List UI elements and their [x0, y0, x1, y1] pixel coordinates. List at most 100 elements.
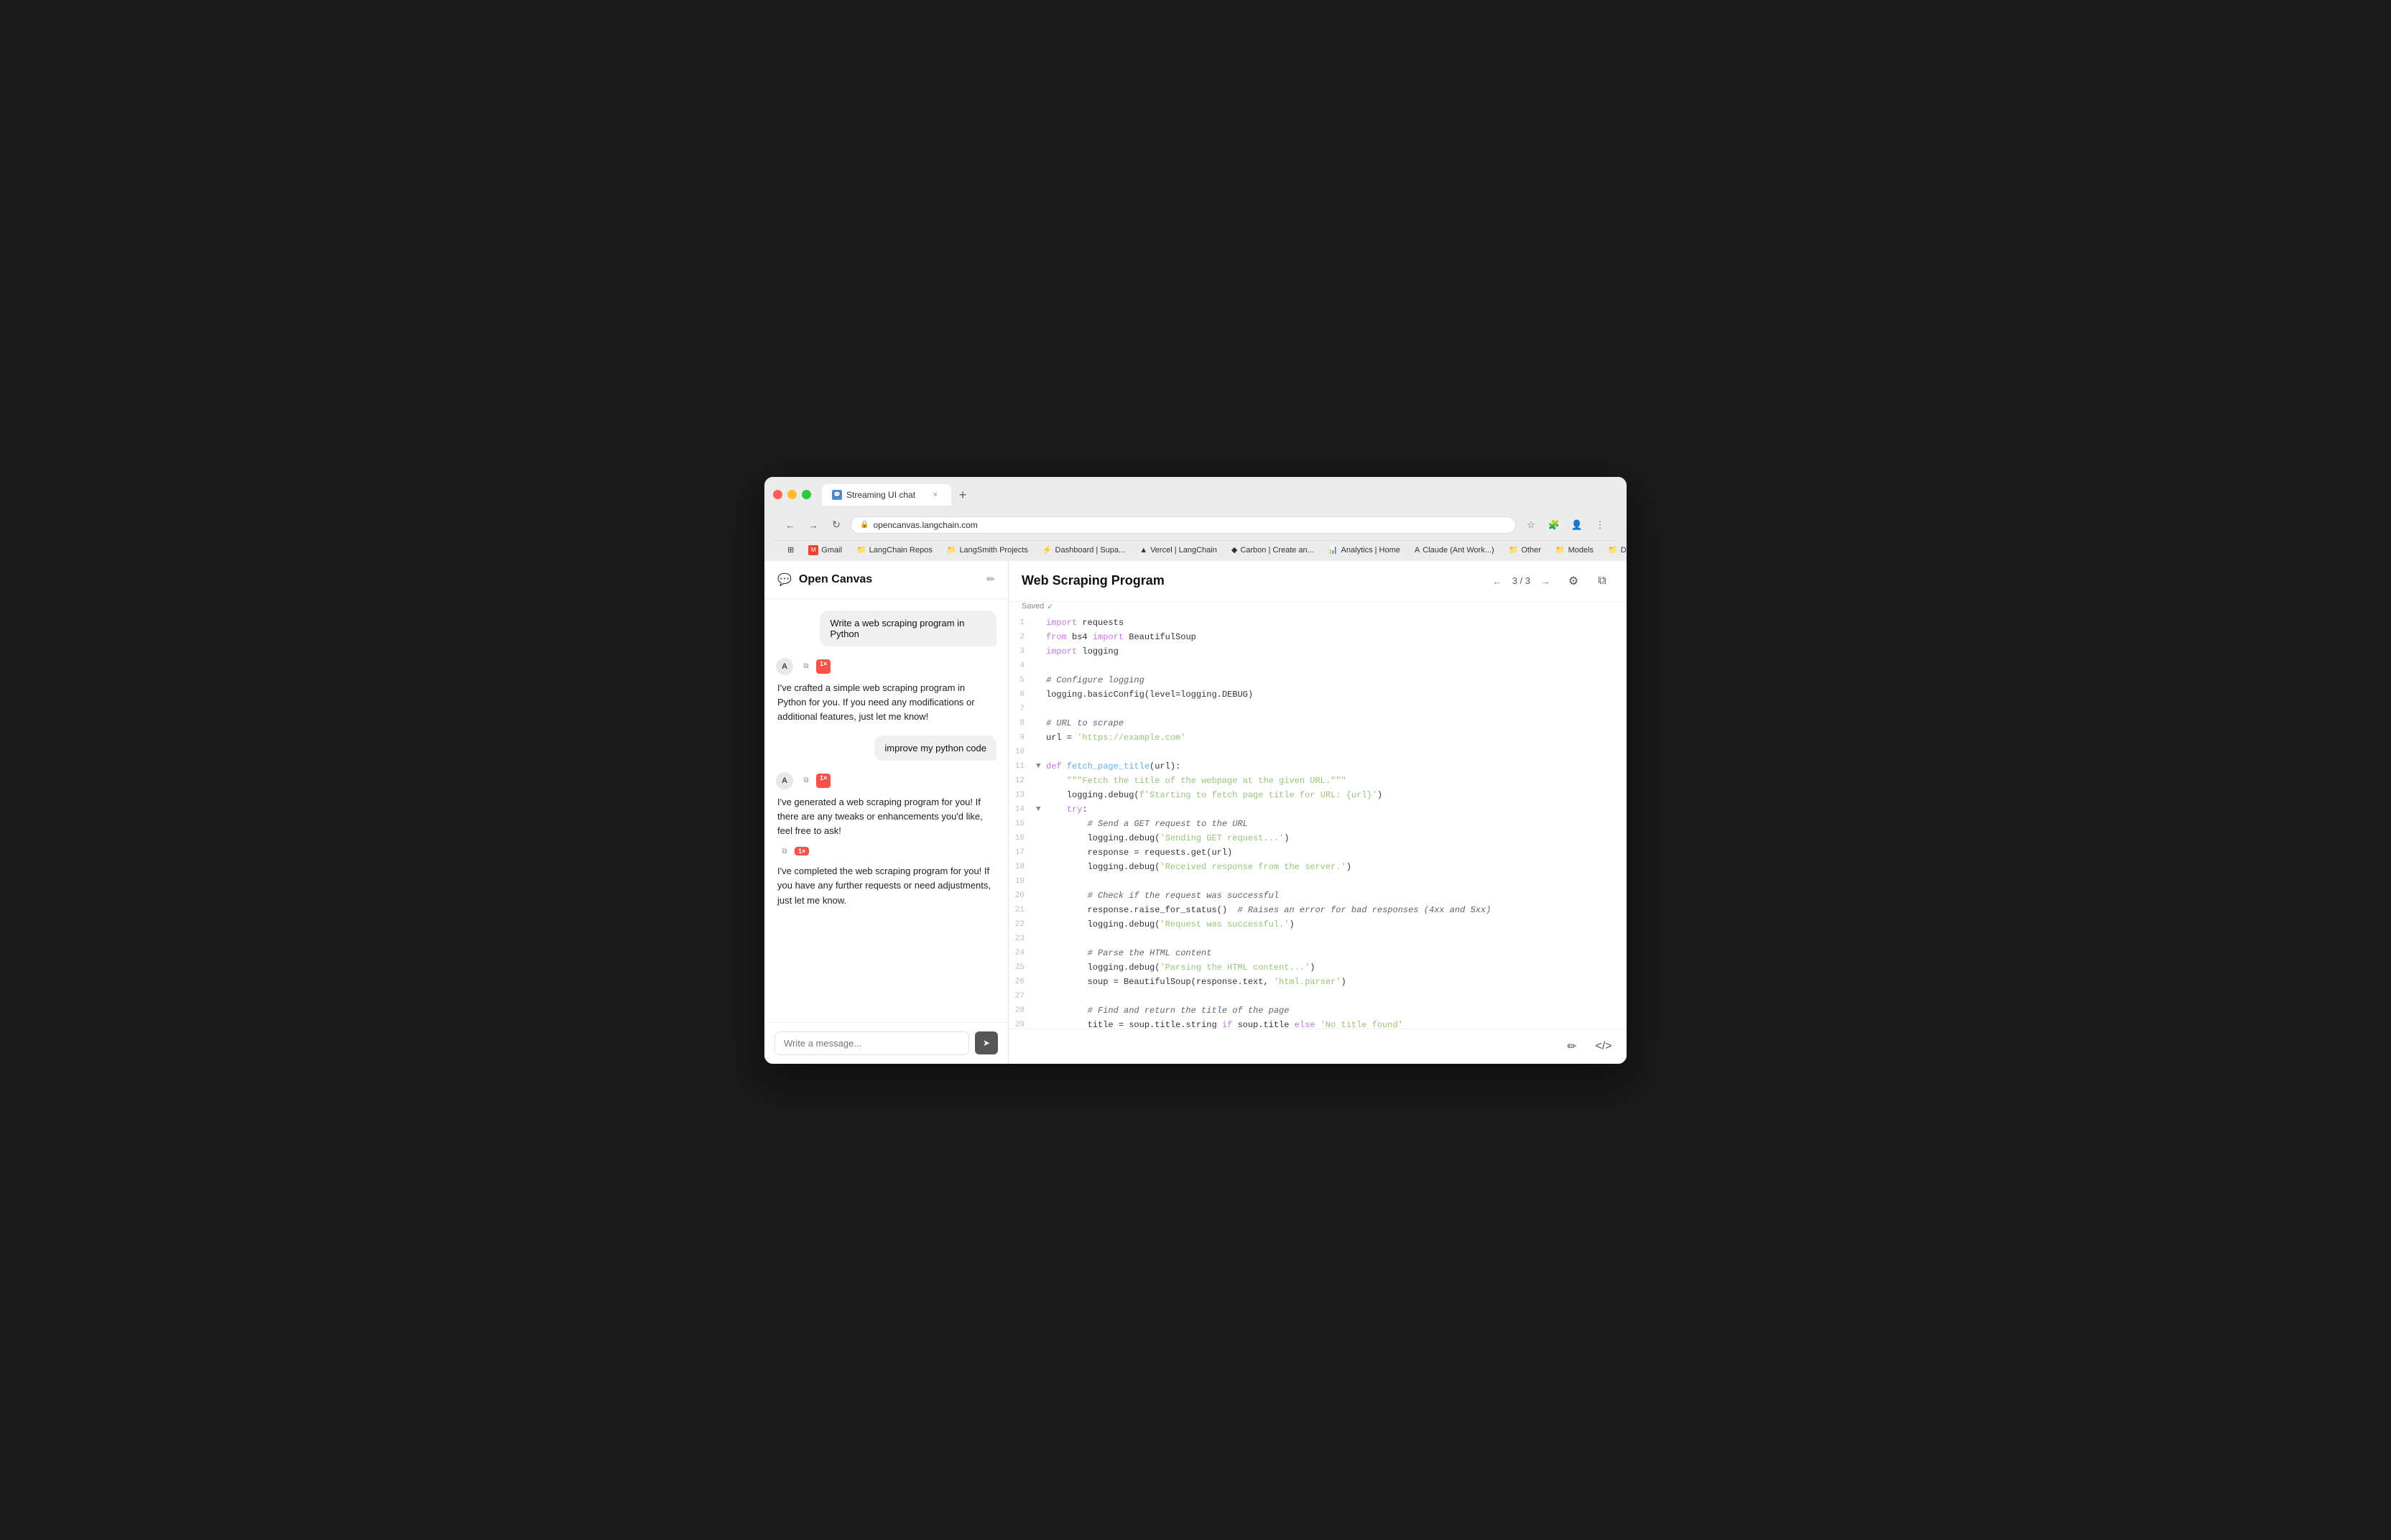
- bookmark-apps[interactable]: ⊞: [782, 544, 800, 556]
- chat-panel: 💬 Open Canvas ✏ Write a web scraping pro…: [764, 561, 1009, 1064]
- line-content: try:: [1046, 802, 1088, 817]
- tab-favicon: 💬: [832, 490, 842, 500]
- code-line: 14 ▼ try:: [1009, 802, 1627, 817]
- line-number: 5: [1014, 673, 1036, 687]
- lock-icon: 🔒: [860, 521, 869, 529]
- line-content: logging.debug('Received response from th…: [1046, 860, 1351, 874]
- bookmark-vercel[interactable]: ▲ Vercel | LangChain: [1134, 544, 1223, 556]
- menu-btn[interactable]: ⋮: [1591, 516, 1609, 534]
- bookmark-claude[interactable]: A Claude (Ant Work...): [1409, 544, 1500, 556]
- code-next-btn[interactable]: →: [1536, 572, 1555, 590]
- code-line: 22 logging.debug('Request was successful…: [1009, 917, 1627, 932]
- browser-actions: ☆ 🧩 👤 ⋮: [1522, 516, 1609, 534]
- user-message-text: Write a web scraping program in Python: [830, 618, 964, 639]
- bookmark-label: Models: [1568, 546, 1594, 555]
- maximize-window-btn[interactable]: [802, 490, 811, 499]
- line-number: 16: [1014, 831, 1036, 845]
- send-btn[interactable]: ➤: [975, 1031, 998, 1054]
- user-message: improve my python code: [874, 736, 996, 761]
- line-number: 9: [1014, 730, 1036, 745]
- bookmark-analytics[interactable]: 📊 Analytics | Home: [1323, 544, 1406, 556]
- bookmark-label: Dashboard | Supa...: [1055, 546, 1126, 555]
- edit-code-btn[interactable]: ✏: [1560, 1035, 1583, 1058]
- bookmark-models[interactable]: 📁 Models: [1550, 544, 1599, 556]
- chat-messages: Write a web scraping program in Python A…: [764, 599, 1008, 1022]
- sub-copy-btn[interactable]: ⧉: [777, 844, 792, 858]
- sub-action-row: ⧉ 1×: [776, 844, 996, 858]
- line-content: title = soup.title.string if soup.title …: [1046, 1018, 1403, 1029]
- edit-chat-btn[interactable]: ✏: [986, 573, 995, 585]
- line-number: 3: [1014, 644, 1036, 659]
- bookmark-other[interactable]: 📁 Other: [1503, 544, 1547, 556]
- line-number: 25: [1014, 960, 1036, 975]
- line-content: soup = BeautifulSoup(response.text, 'htm…: [1046, 975, 1346, 989]
- code-line: 5 # Configure logging: [1009, 673, 1627, 687]
- new-tab-btn[interactable]: +: [953, 486, 973, 506]
- copy-btn[interactable]: ⧉: [799, 659, 813, 674]
- code-line: 8 # URL to scrape: [1009, 716, 1627, 730]
- line-content: response = requests.get(url): [1046, 845, 1232, 860]
- chat-panel-title: Open Canvas: [799, 573, 872, 586]
- line-content: from bs4 import BeautifulSoup: [1046, 630, 1196, 644]
- code-line: 18 logging.debug('Received response from…: [1009, 860, 1627, 874]
- view-code-btn[interactable]: </>: [1592, 1035, 1615, 1058]
- copy-code-btn[interactable]: ⧉: [1591, 570, 1614, 593]
- bookmark-langchain-repos[interactable]: 📁 LangChain Repos: [851, 544, 938, 556]
- sub-tag-badge: 1×: [795, 847, 809, 855]
- send-icon: ➤: [983, 1038, 990, 1048]
- main-content: 💬 Open Canvas ✏ Write a web scraping pro…: [764, 561, 1627, 1064]
- assistant-text-2: I've completed the web scraping program …: [776, 864, 996, 907]
- copy-btn-2[interactable]: ⧉: [799, 774, 813, 788]
- bookmark-dashboard[interactable]: ⚡ Dashboard | Supa...: [1037, 544, 1131, 556]
- line-content: logging.debug('Request was successful.'): [1046, 917, 1295, 932]
- bookmark-label: Other: [1521, 546, 1541, 555]
- line-number: 28: [1014, 1003, 1036, 1018]
- code-line: 2 from bs4 import BeautifulSoup: [1009, 630, 1627, 644]
- line-number: 26: [1014, 975, 1036, 989]
- folder-icon: 📁: [947, 545, 957, 555]
- code-prev-btn[interactable]: ←: [1488, 572, 1507, 590]
- chat-input[interactable]: [774, 1031, 969, 1055]
- profile-btn[interactable]: 👤: [1568, 516, 1586, 534]
- bookmark-star-btn[interactable]: ☆: [1522, 516, 1540, 534]
- line-content: logging.basicConfig(level=logging.DEBUG): [1046, 687, 1253, 702]
- chat-title-area: 💬 Open Canvas: [777, 572, 872, 587]
- chat-input-area: ➤: [764, 1022, 1008, 1064]
- code-line: 6 logging.basicConfig(level=logging.DEBU…: [1009, 687, 1627, 702]
- code-line: 25 logging.debug('Parsing the HTML conte…: [1009, 960, 1627, 975]
- code-header-actions: ⚙ ⧉: [1562, 570, 1614, 593]
- line-number: 2: [1014, 630, 1036, 644]
- address-field[interactable]: 🔒 opencanvas.langchain.com: [851, 516, 1516, 534]
- bookmark-carbon[interactable]: ◆ Carbon | Create an...: [1226, 544, 1320, 556]
- assistant-avatar-2: A: [776, 772, 793, 789]
- line-number: 21: [1014, 903, 1036, 917]
- folder-icon: 📁: [1608, 545, 1618, 555]
- bookmark-langsmith[interactable]: 📁 LangSmith Projects: [941, 544, 1034, 556]
- line-number: 12: [1014, 774, 1036, 788]
- bookmark-docs[interactable]: 📁 Docs: [1602, 544, 1627, 556]
- line-number: 22: [1014, 917, 1036, 932]
- minimize-window-btn[interactable]: [787, 490, 797, 499]
- line-number: 6: [1014, 687, 1036, 702]
- gmail-icon: M: [808, 545, 818, 555]
- browser-tab[interactable]: 💬 Streaming UI chat ×: [822, 484, 951, 506]
- forward-btn[interactable]: →: [805, 516, 822, 534]
- code-line: 27: [1009, 989, 1627, 1003]
- settings-btn[interactable]: ⚙: [1562, 570, 1585, 593]
- tab-close-btn[interactable]: ×: [930, 489, 941, 501]
- close-window-btn[interactable]: [773, 490, 782, 499]
- saved-check-icon: ✓: [1047, 602, 1053, 611]
- back-btn[interactable]: ←: [782, 516, 799, 534]
- line-content: import logging: [1046, 644, 1119, 659]
- line-content: logging.debug(f'Starting to fetch page t…: [1046, 788, 1382, 802]
- code-nav: ← 3 / 3 →: [1488, 572, 1555, 590]
- bookmark-label: Analytics | Home: [1341, 546, 1400, 555]
- reload-btn[interactable]: ↻: [828, 516, 845, 534]
- code-line: 23: [1009, 932, 1627, 946]
- bookmark-label: Claude (Ant Work...): [1423, 546, 1494, 555]
- extension-btn[interactable]: 🧩: [1545, 516, 1563, 534]
- line-content: logging.debug('Parsing the HTML content.…: [1046, 960, 1315, 975]
- line-content: # Check if the request was successful: [1046, 889, 1279, 903]
- code-body[interactable]: 1 import requests 2 from bs4 import Beau…: [1009, 616, 1627, 1029]
- bookmark-gmail[interactable]: M Gmail: [803, 544, 848, 557]
